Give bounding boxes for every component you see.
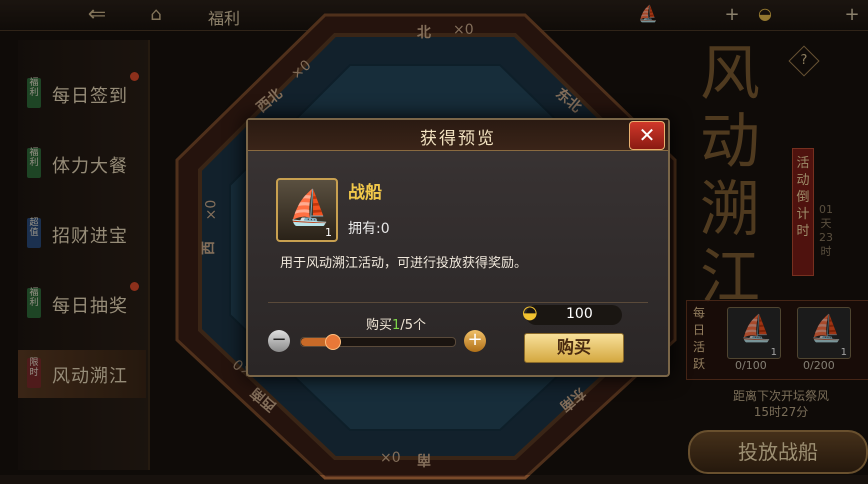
price-display: ◒ 100: [522, 302, 622, 325]
dialog-header: 获得预览 ✕: [248, 120, 668, 151]
quantity-slider[interactable]: [300, 334, 456, 350]
buy-button[interactable]: 购买: [524, 333, 624, 363]
decrease-button[interactable]: −: [268, 330, 290, 352]
preview-dialog: 获得预览 ✕ ⛵ 1 战船 拥有:0 用于风动溯江活动，可进行投放获得奖励。 购…: [246, 118, 670, 377]
buy-count-text: 购买1/5个: [338, 314, 454, 333]
close-icon[interactable]: ✕: [629, 121, 665, 150]
item-name: 战船: [348, 183, 382, 203]
increase-button[interactable]: +: [464, 330, 486, 352]
item-quantity: 1: [325, 226, 332, 239]
item-owned: 拥有:0: [348, 221, 390, 237]
price-value: 100: [566, 306, 593, 322]
item-icon: ⛵ 1: [276, 178, 338, 242]
dialog-title: 获得预览: [420, 129, 496, 149]
buy-prefix: 购买: [366, 318, 393, 333]
slider-handle[interactable]: [324, 334, 341, 350]
warship-icon: ⛵: [288, 188, 331, 228]
gold-ingot-icon: ◒: [522, 302, 538, 323]
item-description: 用于风动溯江活动，可进行投放获得奖励。: [280, 256, 528, 271]
buy-suffix: /5个: [400, 318, 426, 333]
divider: [268, 302, 648, 303]
